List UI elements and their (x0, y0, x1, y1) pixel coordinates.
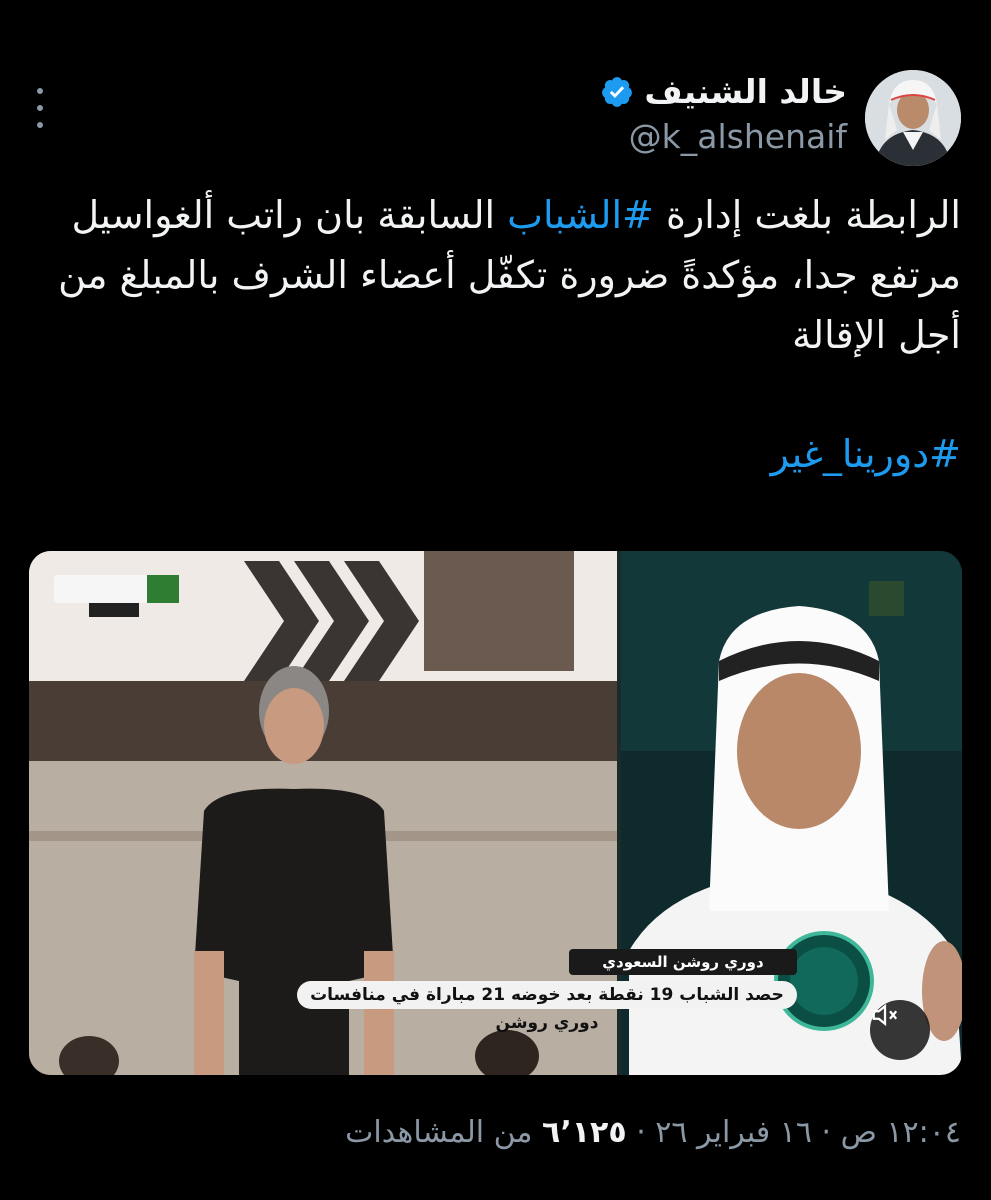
separator-dot: · (626, 1115, 656, 1150)
video-ticker-title: دوري روشن السعودي (569, 949, 797, 975)
tweet-video[interactable]: دوري روشن السعودي حصد الشباب 19 نقطة بعد… (29, 551, 962, 1075)
avatar-image (865, 70, 961, 166)
author-handle[interactable]: @k_alshenaif (600, 117, 847, 156)
speaker-muted-icon (872, 1003, 898, 1027)
tweet-header: خالد الشنيف @k_alshenaif (0, 60, 991, 170)
video-ticker-main: حصد الشباب 19 نقطة بعد خوضه 21 مباراة في… (297, 981, 797, 1033)
tweet-meta: ١٢:٠٤ ص · ١٦ فبراير ٢٦ · ٦٬١٢٥ من المشاه… (345, 1115, 961, 1150)
author-names: خالد الشنيف @k_alshenaif (600, 72, 847, 156)
top-bar (0, 0, 991, 40)
avatar[interactable] (865, 70, 961, 166)
tweet-line-3: أجل الإقالة (792, 313, 961, 357)
mute-button[interactable] (870, 1000, 930, 1060)
more-options-icon[interactable] (30, 88, 50, 128)
tweet-text: الرابطة بلغت إدارة #الشباب السابقة بان ر… (31, 185, 961, 365)
verified-badge-icon (602, 76, 633, 107)
display-name-text: خالد الشنيف (644, 72, 847, 111)
author-display-name[interactable]: خالد الشنيف (600, 72, 847, 111)
tweet-line-1: الرابطة بلغت إدارة #الشباب السابقة بان ر… (31, 185, 961, 245)
tweet-time: ١٢:٠٤ ص (840, 1115, 961, 1150)
tweet-date: ١٦ فبراير ٢٦ (655, 1115, 813, 1150)
views-label: من المشاهدات (345, 1115, 543, 1150)
tweet-line-2: مرتفع جدا، مؤكدةً ضرورة تكفّل أعضاء الشر… (58, 253, 961, 297)
tweet-text-segment: السابقة بان راتب ألغواسيل (71, 193, 508, 237)
separator-dot: · (812, 1115, 841, 1150)
hashtag-link[interactable]: #دورينا_غير (771, 432, 961, 476)
tweet-text-segment: الرابطة بلغت إدارة (653, 193, 961, 237)
views-count: ٦٬١٢٥ (542, 1115, 627, 1150)
hashtag-alshabab-link[interactable]: #الشباب (507, 193, 654, 237)
